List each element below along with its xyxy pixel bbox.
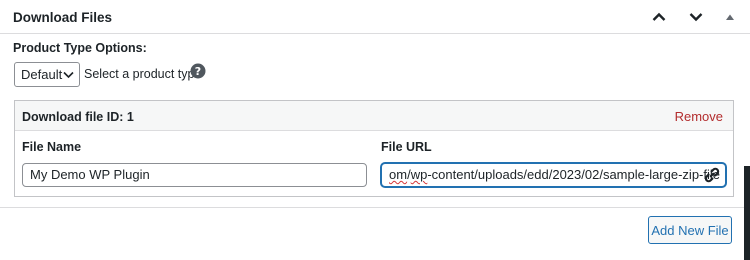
upload-link-button[interactable] <box>702 166 722 184</box>
move-up-button[interactable] <box>646 6 672 28</box>
add-new-file-button[interactable]: Add New File <box>648 216 732 244</box>
toggle-panel-button[interactable] <box>717 6 743 28</box>
download-file-row: Download file ID: 1 Remove File Name Fil… <box>14 100 734 197</box>
product-type-hint: Select a product type <box>84 67 202 81</box>
url-text-rest: -content/uploads/edd/2023/02/sample-larg… <box>427 167 720 182</box>
url-text-part: om <box>389 167 408 182</box>
file-id-label: Download file ID: 1 <box>22 110 134 124</box>
link-icon <box>704 167 720 183</box>
side-scroll-edge <box>744 166 750 260</box>
file-name-label: File Name <box>22 140 82 154</box>
remove-link[interactable]: Remove <box>675 109 723 124</box>
section-divider <box>0 207 750 208</box>
file-url-label: File URL <box>381 140 432 154</box>
chevron-down-icon <box>689 13 703 22</box>
svg-text:?: ? <box>195 65 201 78</box>
download-file-header: Download file ID: 1 Remove <box>15 101 733 131</box>
panel-header: Download Files <box>0 0 750 34</box>
panel-title: Download Files <box>13 10 113 25</box>
move-down-button[interactable] <box>683 6 709 28</box>
file-name-input[interactable]: My Demo WP Plugin <box>22 163 367 187</box>
chevron-down-icon <box>63 71 74 79</box>
product-type-select[interactable]: Default <box>14 62 80 87</box>
chevron-up-icon <box>652 12 666 21</box>
product-type-selected: Default <box>21 67 63 82</box>
url-text-wp: wp <box>410 167 428 182</box>
question-circle-icon[interactable]: ? <box>190 63 206 79</box>
triangle-up-icon <box>726 14 734 20</box>
file-url-input[interactable]: om/wp-content/uploads/edd/2023/02/sample… <box>381 163 726 187</box>
product-type-label: Product Type Options: <box>13 41 147 55</box>
